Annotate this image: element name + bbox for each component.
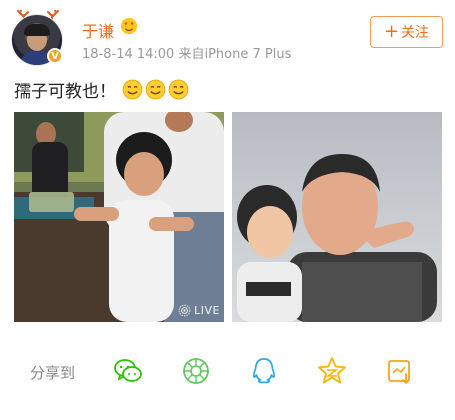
post-photo-man-pointing[interactable] (232, 112, 442, 322)
live-photo-icon (178, 304, 191, 317)
save-icon[interactable] (385, 356, 415, 386)
smile-emoji-icon (168, 79, 189, 100)
post-timestamp: 18-8-14 14:00 (82, 47, 175, 62)
username[interactable]: 于谦 (82, 18, 114, 42)
moments-icon[interactable] (181, 356, 211, 386)
user-avatar[interactable]: V (11, 10, 65, 66)
verified-badge-icon: V (47, 48, 63, 64)
live-photo-badge: LIVE (178, 304, 220, 317)
share-label: 分享到 (30, 364, 76, 382)
follow-label: 关注 (401, 25, 430, 41)
heart-eyes-emoji-icon (120, 17, 138, 35)
post-meta: 18-8-14 14:00 来自iPhone 7 Plus (82, 43, 291, 62)
qq-icon[interactable] (249, 356, 279, 386)
follow-button[interactable]: + 关注 (370, 16, 443, 48)
plus-icon: + (383, 21, 400, 42)
wechat-icon[interactable] (113, 356, 143, 386)
smile-emoji-icon (122, 79, 143, 100)
post-text: 孺子可教也！ (14, 77, 189, 102)
live-label: LIVE (194, 304, 220, 317)
qzone-icon[interactable] (317, 356, 347, 386)
smile-emoji-icon (145, 79, 166, 100)
post-photo-child-at-table[interactable]: LIVE (14, 112, 224, 322)
post-text-content: 孺子可教也！ (14, 82, 116, 102)
post-source: 来自iPhone 7 Plus (178, 47, 292, 62)
